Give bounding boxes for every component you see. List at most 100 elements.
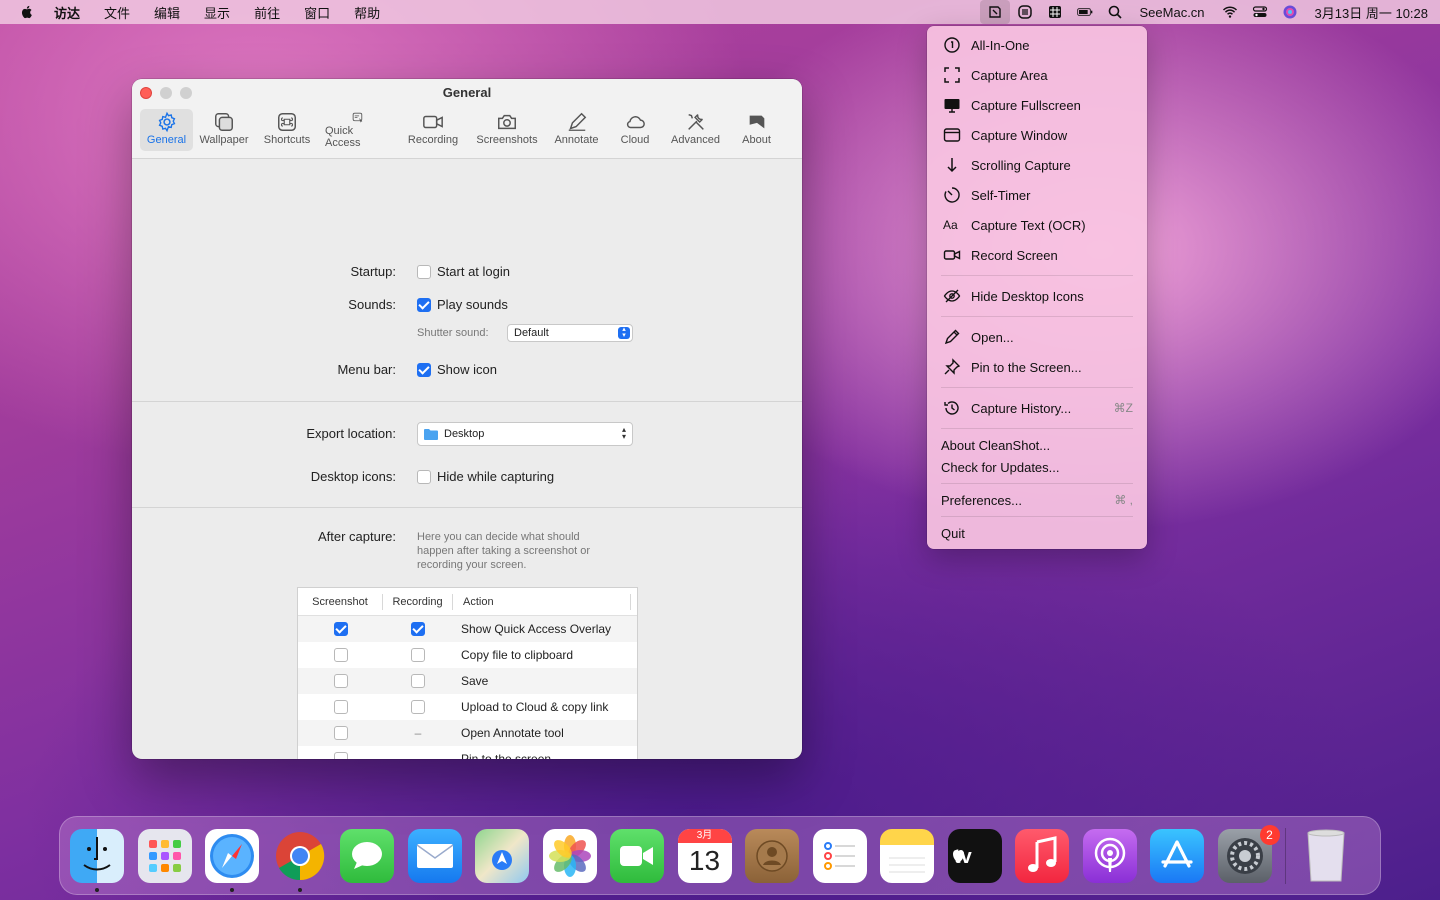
menu-item-quit[interactable]: Quit	[927, 522, 1147, 544]
contact-person-icon	[756, 839, 788, 872]
menu-item-self-timer[interactable]: Self-Timer	[927, 180, 1147, 210]
hide-while-capturing-checkbox[interactable]	[417, 469, 431, 484]
screenshot-cell	[298, 700, 383, 714]
tab-screenshots[interactable]: Screenshots	[469, 109, 545, 151]
menu-item-capture-window[interactable]: Capture Window	[927, 120, 1147, 150]
start-at-login-option[interactable]: Start at login	[417, 264, 510, 279]
fullscreen-icon	[944, 99, 960, 113]
select-stepper-icon: ▴ ▾	[618, 326, 630, 339]
menu-item-check-updates[interactable]: Check for Updates...	[927, 456, 1147, 478]
recording-checkbox[interactable]	[411, 674, 425, 688]
dock-tv[interactable]: tv	[947, 828, 1002, 883]
screenshot-checkbox[interactable]	[333, 622, 348, 636]
column-action[interactable]: Action	[453, 593, 631, 610]
menu-item-label: Quit	[941, 525, 965, 541]
tab-quick-access[interactable]: Quick Access	[319, 109, 397, 151]
dock-messages[interactable]	[340, 828, 394, 883]
recording-checkbox[interactable]	[411, 622, 425, 636]
tab-annotate[interactable]: Annotate	[545, 109, 608, 151]
column-screenshot[interactable]: Screenshot	[298, 593, 383, 610]
menu-view[interactable]: 显示	[204, 3, 230, 22]
screenshot-checkbox[interactable]	[333, 726, 348, 740]
screenshot-checkbox[interactable]	[333, 674, 348, 688]
menu-item-record-screen[interactable]: Record Screen	[927, 240, 1147, 270]
dock-photos[interactable]	[542, 828, 597, 883]
capture-area-icon	[944, 67, 960, 83]
menu-edit[interactable]: 编辑	[154, 3, 180, 22]
play-sounds-checkbox[interactable]	[417, 297, 431, 312]
tab-recording[interactable]: Recording	[397, 109, 469, 151]
screenshot-checkbox[interactable]	[333, 700, 348, 714]
menu-go[interactable]: 前往	[254, 3, 280, 22]
search-icon[interactable]	[1100, 0, 1130, 24]
wifi-icon[interactable]	[1215, 0, 1245, 24]
battery-icon[interactable]	[1070, 0, 1100, 24]
dock-facetime[interactable]	[610, 828, 664, 883]
tab-shortcuts-label: Shortcuts	[263, 134, 311, 146]
dock-finder[interactable]	[70, 828, 124, 892]
tab-general[interactable]: General	[140, 109, 193, 151]
action-label: Upload to Cloud & copy link	[461, 700, 609, 714]
dock-mail[interactable]	[407, 828, 462, 883]
show-icon-option[interactable]: Show icon	[417, 362, 497, 377]
pin-icon	[944, 358, 961, 375]
show-icon-checkbox[interactable]	[417, 362, 431, 377]
map-arrow-icon	[492, 849, 512, 870]
dock-launchpad[interactable]	[137, 828, 192, 883]
dock-podcasts[interactable]	[1082, 828, 1137, 883]
menu-item-capture-text[interactable]: Aa Capture Text (OCR)	[927, 210, 1147, 240]
tab-shortcuts[interactable]: Shortcuts	[255, 109, 319, 151]
menu-item-label: All-In-One	[971, 37, 1030, 53]
export-location-select[interactable]: Desktop ▴ ▾	[417, 422, 633, 446]
recording-checkbox[interactable]	[411, 700, 425, 714]
tab-about[interactable]: About	[729, 109, 784, 151]
menu-item-open[interactable]: Open...	[927, 322, 1147, 352]
screenshot-checkbox[interactable]	[333, 752, 348, 759]
tab-cloud[interactable]: Cloud	[608, 109, 662, 151]
menu-file[interactable]: 文件	[104, 3, 130, 22]
shutter-sound-select[interactable]: Default ▴ ▾	[507, 324, 633, 342]
start-at-login-checkbox[interactable]	[417, 264, 431, 279]
siri-icon[interactable]	[1275, 0, 1305, 24]
hide-while-capturing-option[interactable]: Hide while capturing	[417, 469, 554, 484]
menu-app-icon[interactable]	[1010, 0, 1040, 24]
menu-help[interactable]: 帮助	[354, 3, 380, 22]
menu-item-scrolling-capture[interactable]: Scrolling Capture	[927, 150, 1147, 180]
apple-logo-icon[interactable]	[19, 4, 35, 20]
dock-music[interactable]	[1015, 828, 1069, 883]
menu-item-about[interactable]: About CleanShot...	[927, 434, 1147, 456]
tab-advanced[interactable]: Advanced	[662, 109, 729, 151]
tab-wallpaper[interactable]: Wallpaper	[193, 109, 255, 151]
column-recording[interactable]: Recording	[383, 593, 453, 610]
grid-app-icon[interactable]	[1040, 0, 1070, 24]
dock-trash[interactable]	[1299, 829, 1353, 883]
dock-maps[interactable]	[475, 828, 529, 883]
control-center-icon[interactable]	[1245, 0, 1275, 24]
dock-chrome[interactable]	[273, 829, 327, 892]
dock-contacts[interactable]	[745, 828, 799, 883]
dock-system-preferences[interactable]: 2	[1217, 824, 1280, 883]
menu-item-preferences[interactable]: Preferences... ⌘ ,	[927, 489, 1147, 511]
dock-safari[interactable]	[205, 828, 259, 892]
dock-app-store[interactable]	[1150, 828, 1204, 883]
cleanshot-status-icon[interactable]	[979, 0, 1010, 24]
clock-text[interactable]: 3月13日 周一 10:28	[1315, 3, 1428, 22]
menu-item-all-in-one[interactable]: All-In-One	[927, 30, 1147, 60]
recording-checkbox[interactable]	[411, 648, 425, 662]
export-location-label: Export location:	[306, 426, 396, 441]
play-sounds-option[interactable]: Play sounds	[417, 297, 508, 312]
quick-access-icon	[352, 112, 363, 123]
table-row: Upload to Cloud & copy link	[298, 694, 637, 720]
menu-item-capture-history[interactable]: Capture History... ⌘Z	[927, 393, 1147, 423]
dock-notes[interactable]	[880, 828, 934, 883]
menu-finder[interactable]: 访达	[54, 3, 80, 22]
menu-item-hide-desktop-icons[interactable]: Hide Desktop Icons	[927, 281, 1147, 311]
screenshot-checkbox[interactable]	[333, 648, 348, 662]
action-label: Open Annotate tool	[461, 726, 564, 740]
menu-window[interactable]: 窗口	[304, 3, 330, 22]
menu-item-capture-area[interactable]: Capture Area	[927, 60, 1147, 90]
menu-item-pin-to-screen[interactable]: Pin to the Screen...	[927, 352, 1147, 382]
dock-calendar[interactable]: 3月 13	[677, 828, 732, 883]
dock-reminders[interactable]	[812, 828, 867, 883]
menu-item-capture-fullscreen[interactable]: Capture Fullscreen	[927, 90, 1147, 120]
